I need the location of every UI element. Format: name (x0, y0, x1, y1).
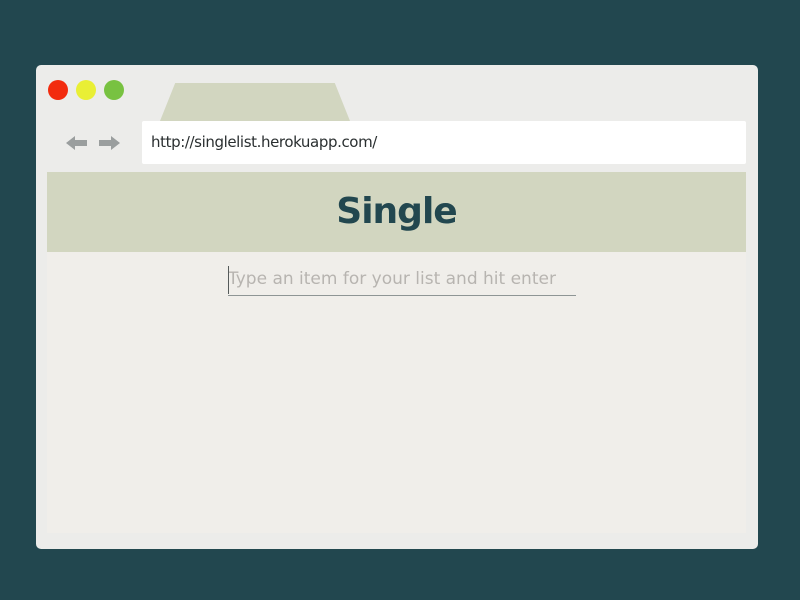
url-text: http://singlelist.herokuapp.com/ (151, 133, 377, 151)
browser-window: http://singlelist.herokuapp.com/ Single (36, 65, 758, 549)
text-caret (228, 266, 229, 294)
minimize-window-button[interactable] (76, 80, 96, 100)
browser-tab[interactable] (160, 83, 350, 121)
close-window-button[interactable] (48, 80, 68, 100)
page-viewport: Single (47, 172, 746, 533)
forward-arrow-icon[interactable] (98, 135, 120, 151)
maximize-window-button[interactable] (104, 80, 124, 100)
page-header: Single (47, 172, 746, 252)
back-arrow-icon[interactable] (66, 135, 88, 151)
list-item-input[interactable] (228, 263, 576, 296)
address-bar[interactable]: http://singlelist.herokuapp.com/ (142, 121, 746, 164)
page-title: Single (336, 191, 457, 232)
